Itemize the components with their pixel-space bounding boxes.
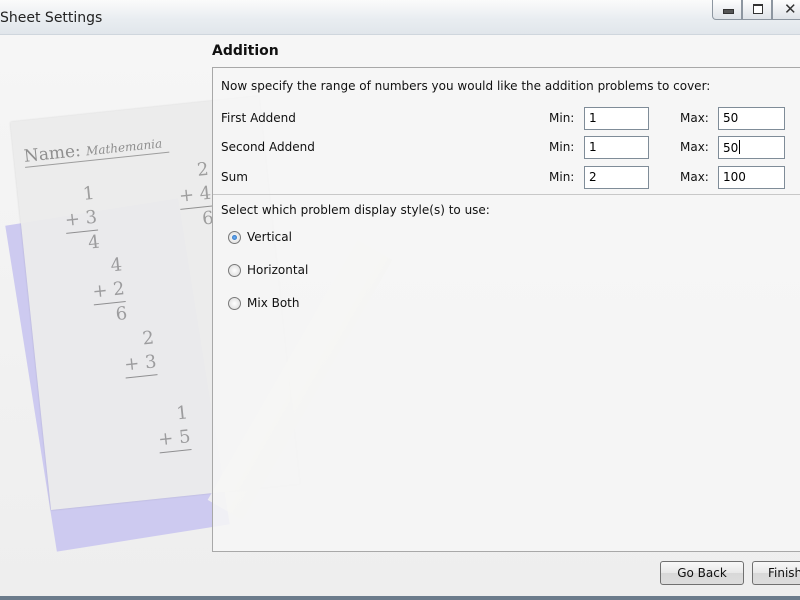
- section-title: Addition: [212, 43, 279, 59]
- problem-answer: 4: [87, 231, 101, 254]
- problem-top: 4: [109, 254, 124, 277]
- go-back-button[interactable]: Go Back: [660, 561, 744, 585]
- worksheet-name-value: Mathemania: [85, 136, 163, 159]
- second-addend-min-input[interactable]: 1: [584, 136, 649, 159]
- second-addend-min-label: Min:: [549, 140, 575, 154]
- radio-button[interactable]: [228, 297, 241, 310]
- title-bar[interactable]: Sheet Settings ✕: [0, 0, 800, 35]
- maximize-button[interactable]: [742, 0, 772, 20]
- worksheet-problem: 2 + 4 6: [175, 158, 215, 234]
- minimize-button[interactable]: [712, 0, 742, 20]
- worksheet-problem: 4 + 2 6: [89, 253, 129, 329]
- minimize-icon: [723, 9, 734, 14]
- radio-button[interactable]: [228, 264, 241, 277]
- first-addend-max-label: Max:: [680, 111, 709, 125]
- radio-horizontal-label: Horizontal: [247, 263, 309, 277]
- second-addend-max-value: 50: [723, 141, 739, 155]
- first-addend-min-input[interactable]: 1: [584, 107, 649, 130]
- worksheet-problem: 1 + 5: [155, 401, 192, 454]
- problem-addend: + 2: [91, 277, 127, 306]
- sum-max-input[interactable]: 100: [718, 166, 785, 189]
- problem-addend: + 3: [123, 350, 158, 379]
- close-button[interactable]: ✕: [772, 0, 800, 20]
- first-addend-max-input[interactable]: 50: [718, 107, 785, 130]
- window-title: Sheet Settings: [0, 10, 103, 26]
- second-addend-max-label: Max:: [680, 140, 709, 154]
- problem-addend: + 5: [157, 425, 192, 454]
- first-addend-label: First Addend: [221, 111, 296, 125]
- problem-top: 1: [81, 182, 96, 205]
- problem-answer: 6: [114, 303, 129, 326]
- sum-min-input[interactable]: 2: [584, 166, 649, 189]
- worksheet-name-label: Name:: [22, 140, 82, 167]
- radio-vertical-label: Vertical: [247, 230, 292, 244]
- worksheet-problem: 1 + 3 4: [61, 182, 101, 258]
- radio-button-checked[interactable]: [228, 231, 241, 244]
- problem-addend: + 3: [63, 205, 99, 234]
- radio-mix-both-label: Mix Both: [247, 296, 300, 310]
- sum-min-label: Min:: [549, 170, 575, 184]
- section-divider: [213, 194, 800, 195]
- problem-top: 2: [196, 158, 210, 181]
- worksheet-problem: 2 + 3: [121, 326, 158, 379]
- sum-max-label: Max:: [680, 170, 709, 184]
- problem-answer: 6: [201, 207, 215, 230]
- first-addend-min-label: Min:: [549, 111, 575, 125]
- window-bottom-border: [0, 596, 800, 600]
- sum-label: Sum: [221, 170, 248, 184]
- close-icon: ✕: [784, 0, 797, 18]
- display-style-instruction: Select which problem display style(s) to…: [221, 203, 490, 217]
- finish-button[interactable]: Finish: [752, 561, 800, 585]
- text-caret: [739, 140, 741, 154]
- second-addend-label: Second Addend: [221, 140, 315, 154]
- range-instruction: Now specify the range of numbers you wou…: [221, 79, 711, 93]
- problem-top: 2: [141, 327, 155, 350]
- worksheet-name-line: Name: Mathemania: [22, 131, 170, 168]
- second-addend-max-input[interactable]: 50: [718, 136, 785, 159]
- problem-addend: + 4: [177, 181, 213, 210]
- maximize-icon: [753, 4, 763, 14]
- problem-top: 1: [175, 402, 190, 425]
